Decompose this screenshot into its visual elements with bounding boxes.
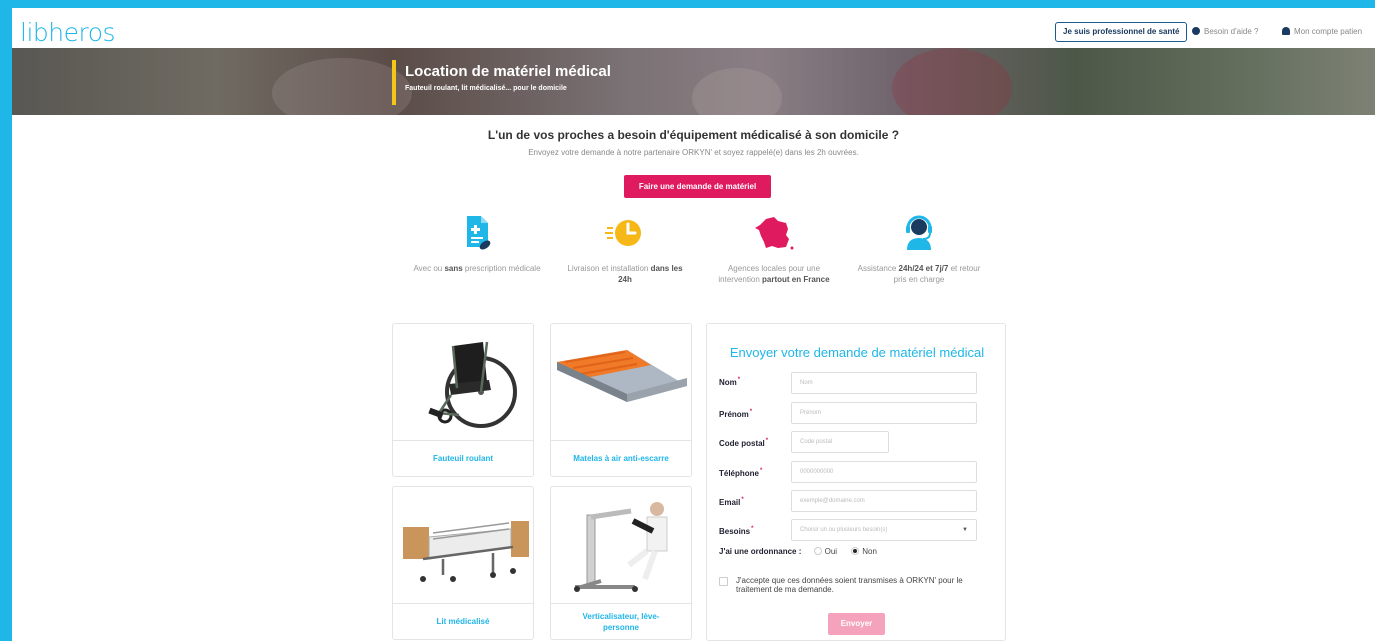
radio-non-circle[interactable] [851,547,860,555]
request-equipment-button[interactable]: Faire une demande de matériel [624,175,771,198]
air-mattress-icon [551,324,691,441]
product-card-wheelchair[interactable]: Fauteuil roulant [392,323,534,477]
logo[interactable]: libheros [20,18,116,47]
hero-photo-detail [892,48,1012,115]
help-link[interactable]: Besoin d'aide ? [1192,27,1258,36]
wheelchair-icon [393,324,533,441]
field-telephone: Téléphone* 0000000000 [719,461,999,483]
product-label: Lit médicalisé [436,617,490,626]
clock-icon [605,213,645,253]
prescription-icon [457,213,497,253]
top-navbar: libheros Je suis professionnel de santé … [12,8,1375,48]
chevron-down-icon: ▼ [962,527,968,533]
ordonnance-group: J'ai une ordonnance : Oui Non [719,547,877,556]
medical-bed-icon [393,487,533,604]
page-subtitle: Fauteuil roulant, lit médicalisé... pour… [405,85,567,92]
field-label: Email* [719,497,744,507]
feature-prescription: Avec ou sans prescription médicale [412,213,542,274]
email-input[interactable]: exemple@domaine.com [791,490,977,512]
feature-delivery: Livraison et installation dans les 24h [560,213,690,285]
request-form: Envoyer votre demande de matériel médica… [706,323,1006,641]
product-card-lift[interactable]: Verticalisateur, lève-personne [550,486,692,640]
account-label: Mon compte patien [1294,27,1363,36]
field-label: Besoins* [719,526,754,536]
code-postal-input[interactable]: Code postal [791,431,889,453]
telephone-input[interactable]: 0000000000 [791,461,977,483]
user-icon [1282,27,1290,35]
page-title: Location de matériel médical [405,63,611,80]
headset-icon [899,213,939,253]
section-headline: L'un de vos proches a besoin d'équipemen… [487,128,900,142]
account-link[interactable]: Mon compte patien [1282,27,1362,36]
france-map-icon [754,213,794,253]
field-nom: Nom* Nom [719,372,999,394]
field-email: Email* exemple@domaine.com [719,490,999,512]
field-label: Code postal* [719,438,769,448]
product-card-mattress[interactable]: Matelas à air anti-escarre [550,323,692,477]
radio-oui-circle[interactable] [813,547,822,555]
radio-oui[interactable]: Oui [813,547,837,556]
field-code-postal: Code postal* Code postal [719,431,999,453]
radio-non[interactable]: Non [851,547,877,556]
feature-assistance: Assistance 24h/24 et 7j/7 et retour pris… [854,213,984,285]
hero-photo-detail [692,68,782,115]
feature-text: Livraison et installation dans les 24h [567,264,683,284]
field-prenom: Prénom* Prénom [719,402,999,424]
feature-agencies: Agences locales pour une intervention pa… [709,213,839,285]
patient-lift-icon [551,487,691,604]
product-card-bed[interactable]: Lit médicalisé [392,486,534,640]
pro-button[interactable]: Je suis professionnel de santé [1055,22,1188,42]
prenom-input[interactable]: Prénom [791,402,977,424]
hero-banner: Location de matériel médical Fauteuil ro… [12,48,1375,115]
field-label: Nom* [719,377,741,387]
product-label: Verticalisateur, lève-personne [582,611,660,632]
product-label: Fauteuil roulant [433,454,493,463]
feature-text: Agences locales pour une intervention pa… [718,264,830,284]
field-label: Téléphone* [719,468,763,478]
besoins-placeholder: Choisir un ou plusieurs besoin(s) [800,527,888,533]
info-icon [1192,27,1200,35]
hero-accent-bar [392,60,396,105]
feature-text: Avec ou sans prescription médicale [413,264,541,273]
consent-text: J'accepte que ces données soient transmi… [736,576,963,594]
submit-button[interactable]: Envoyer [828,613,885,635]
hero-photo-detail [272,58,412,115]
section-subline: Envoyez votre demande à notre partenaire… [528,148,859,157]
consent-checkbox[interactable] [719,577,728,586]
field-besoins: Besoins* Choisir un ou plusieurs besoin(… [719,519,999,541]
nom-input[interactable]: Nom [791,372,977,394]
form-title: Envoyer votre demande de matériel médica… [729,345,985,360]
product-label: Matelas à air anti-escarre [573,454,669,463]
feature-text: Assistance 24h/24 et 7j/7 et retour pris… [857,264,981,284]
help-label: Besoin d'aide ? [1204,27,1259,36]
field-label: Prénom* [719,409,753,419]
besoins-select[interactable]: Choisir un ou plusieurs besoin(s) ▼ [791,519,977,541]
ordonnance-label: J'ai une ordonnance : [719,547,802,556]
